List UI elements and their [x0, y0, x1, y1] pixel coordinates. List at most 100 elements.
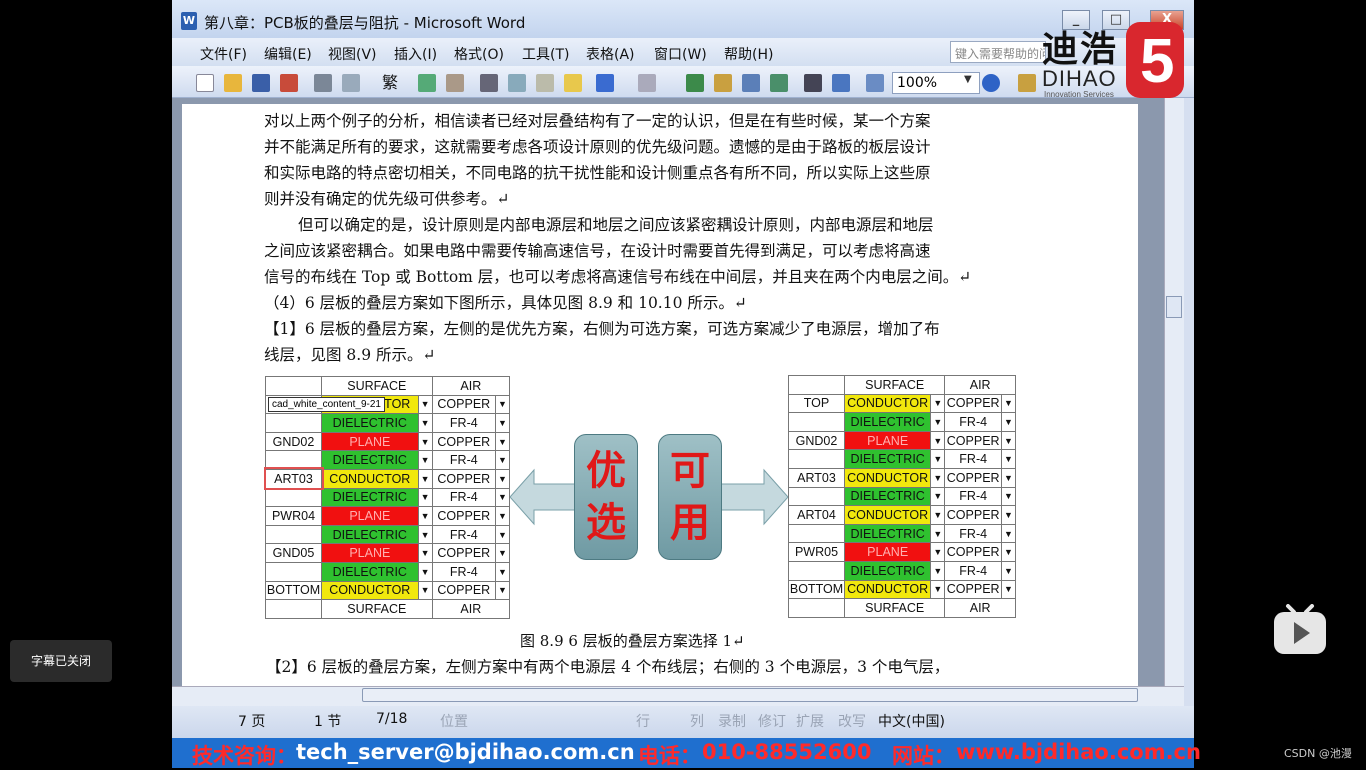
- air-cell[interactable]: FR-4: [431, 561, 497, 582]
- air-cell[interactable]: COPPER: [944, 393, 1002, 414]
- air-dropdown-icon[interactable]: ▼: [1001, 449, 1016, 469]
- zoom-dropdown-icon[interactable]: ▼: [964, 74, 972, 85]
- menu-table[interactable]: 表格(A): [586, 44, 635, 64]
- material-cell[interactable]: PLANE: [843, 542, 932, 562]
- air-dropdown-icon[interactable]: ▼: [1001, 523, 1016, 544]
- drawing-icon[interactable]: [832, 74, 850, 92]
- menu-file[interactable]: 文件(F): [200, 44, 247, 64]
- help-icon[interactable]: [982, 74, 1000, 92]
- menu-view[interactable]: 视图(V): [328, 44, 377, 64]
- material-dropdown-icon[interactable]: ▼: [417, 487, 433, 508]
- air-cell[interactable]: FR-4: [431, 524, 497, 545]
- traditional-chinese-icon[interactable]: 繁: [374, 74, 406, 92]
- air-cell[interactable]: COPPER: [431, 543, 497, 563]
- material-dropdown-icon[interactable]: ▼: [417, 394, 433, 415]
- material-cell[interactable]: DIELECTRIC: [321, 487, 419, 508]
- air-dropdown-icon[interactable]: ▼: [495, 487, 510, 508]
- material-cell[interactable]: DIELECTRIC: [321, 450, 419, 470]
- material-dropdown-icon[interactable]: ▼: [417, 524, 433, 545]
- air-cell[interactable]: FR-4: [431, 487, 497, 508]
- air-cell[interactable]: FR-4: [944, 523, 1002, 544]
- material-cell[interactable]: CONDUCTOR: [321, 468, 419, 489]
- status-overtype[interactable]: 改写: [838, 711, 866, 731]
- air-cell[interactable]: FR-4: [944, 560, 1002, 581]
- status-record[interactable]: 录制: [718, 711, 746, 731]
- new-document-icon[interactable]: [196, 74, 214, 92]
- material-dropdown-icon[interactable]: ▼: [417, 450, 433, 470]
- menu-window[interactable]: 窗口(W): [654, 44, 707, 64]
- material-dropdown-icon[interactable]: ▼: [930, 430, 946, 451]
- redo-icon[interactable]: [638, 74, 656, 92]
- material-cell[interactable]: DIELECTRIC: [843, 523, 932, 544]
- menu-format[interactable]: 格式(O): [454, 44, 504, 64]
- status-extend[interactable]: 扩展: [796, 711, 824, 731]
- material-dropdown-icon[interactable]: ▼: [417, 561, 433, 582]
- air-cell[interactable]: FR-4: [431, 413, 497, 433]
- subtitle-toggle-button[interactable]: 字幕已关闭: [10, 640, 112, 682]
- air-dropdown-icon[interactable]: ▼: [495, 431, 510, 452]
- air-cell[interactable]: COPPER: [944, 542, 1002, 562]
- open-folder-icon[interactable]: [224, 74, 242, 92]
- air-cell[interactable]: FR-4: [431, 450, 497, 470]
- material-dropdown-icon[interactable]: ▼: [930, 523, 946, 544]
- material-cell[interactable]: DIELECTRIC: [321, 561, 419, 582]
- material-dropdown-icon[interactable]: ▼: [930, 560, 946, 581]
- material-cell[interactable]: PLANE: [843, 430, 932, 451]
- material-dropdown-icon[interactable]: ▼: [417, 580, 433, 601]
- air-dropdown-icon[interactable]: ▼: [1001, 393, 1016, 414]
- air-dropdown-icon[interactable]: ▼: [1001, 542, 1016, 562]
- air-cell[interactable]: COPPER: [431, 468, 497, 489]
- tables-borders-icon[interactable]: [714, 74, 732, 92]
- air-cell[interactable]: COPPER: [431, 580, 497, 601]
- material-cell[interactable]: DIELECTRIC: [321, 524, 419, 545]
- save-icon[interactable]: [252, 74, 270, 92]
- material-cell[interactable]: DIELECTRIC: [843, 560, 932, 581]
- play-icon[interactable]: [1272, 604, 1328, 656]
- air-cell[interactable]: COPPER: [944, 579, 1002, 600]
- air-dropdown-icon[interactable]: ▼: [1001, 412, 1016, 432]
- air-dropdown-icon[interactable]: ▼: [1001, 579, 1016, 600]
- material-dropdown-icon[interactable]: ▼: [930, 579, 946, 600]
- permission-icon[interactable]: [280, 74, 298, 92]
- material-dropdown-icon[interactable]: ▼: [417, 543, 433, 563]
- air-dropdown-icon[interactable]: ▼: [495, 543, 510, 563]
- air-cell[interactable]: COPPER: [944, 505, 1002, 525]
- material-cell[interactable]: CONDUCTOR: [843, 393, 932, 414]
- vertical-scrollbar[interactable]: [1164, 98, 1184, 686]
- air-dropdown-icon[interactable]: ▼: [495, 506, 510, 526]
- air-dropdown-icon[interactable]: ▼: [495, 561, 510, 582]
- material-dropdown-icon[interactable]: ▼: [930, 505, 946, 525]
- air-dropdown-icon[interactable]: ▼: [495, 413, 510, 433]
- insert-table-icon[interactable]: [742, 74, 760, 92]
- air-dropdown-icon[interactable]: ▼: [495, 468, 510, 489]
- material-dropdown-icon[interactable]: ▼: [930, 449, 946, 469]
- air-dropdown-icon[interactable]: ▼: [495, 524, 510, 545]
- horizontal-scroll-thumb[interactable]: [362, 688, 1138, 702]
- research-icon[interactable]: [446, 74, 464, 92]
- material-dropdown-icon[interactable]: ▼: [930, 542, 946, 562]
- print-preview-icon[interactable]: [342, 74, 360, 92]
- help-search-input[interactable]: 键入需要帮助的问题: [950, 41, 1046, 63]
- material-cell[interactable]: CONDUCTOR: [321, 580, 419, 601]
- air-cell[interactable]: FR-4: [944, 412, 1002, 432]
- air-dropdown-icon[interactable]: ▼: [495, 450, 510, 470]
- format-painter-icon[interactable]: [564, 74, 582, 92]
- paste-icon[interactable]: [536, 74, 554, 92]
- print-icon[interactable]: [314, 74, 332, 92]
- menu-edit[interactable]: 编辑(E): [264, 44, 312, 64]
- material-dropdown-icon[interactable]: ▼: [930, 467, 946, 488]
- air-dropdown-icon[interactable]: ▼: [1001, 430, 1016, 451]
- air-cell[interactable]: COPPER: [944, 430, 1002, 451]
- spelling-icon[interactable]: [418, 74, 436, 92]
- material-cell[interactable]: PLANE: [321, 431, 419, 452]
- menu-insert[interactable]: 插入(I): [394, 44, 437, 64]
- material-cell[interactable]: CONDUCTOR: [843, 467, 932, 488]
- material-dropdown-icon[interactable]: ▼: [930, 393, 946, 414]
- material-cell[interactable]: CONDUCTOR: [843, 579, 932, 600]
- air-dropdown-icon[interactable]: ▼: [1001, 505, 1016, 525]
- cut-icon[interactable]: [480, 74, 498, 92]
- air-cell[interactable]: COPPER: [431, 506, 497, 526]
- material-dropdown-icon[interactable]: ▼: [417, 431, 433, 452]
- menu-help[interactable]: 帮助(H): [724, 44, 773, 64]
- air-cell[interactable]: FR-4: [944, 486, 1002, 507]
